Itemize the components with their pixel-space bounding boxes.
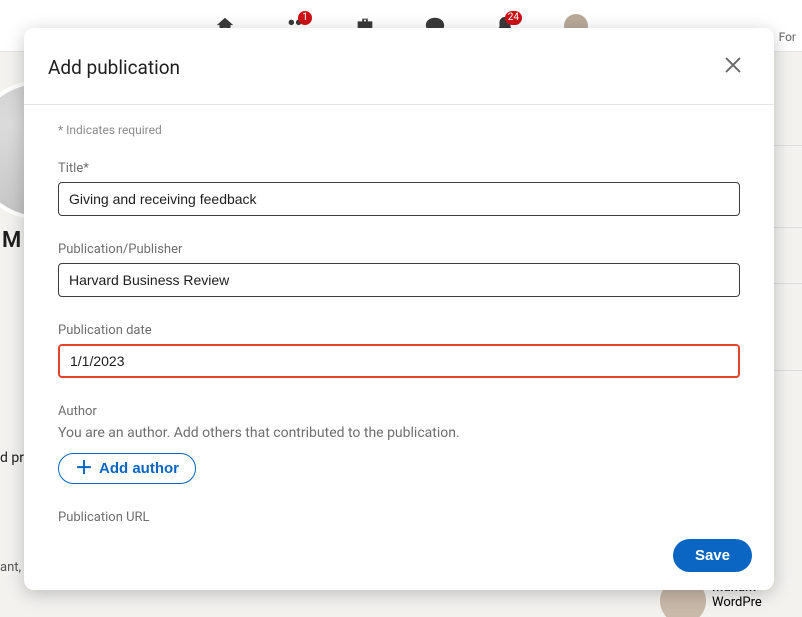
field-url: Publication URL — [58, 510, 740, 527]
add-publication-modal: Add publication * Indicates required Tit… — [24, 28, 774, 590]
field-date: Publication date — [58, 323, 740, 378]
publisher-input[interactable] — [58, 263, 740, 297]
modal-header: Add publication — [24, 28, 774, 104]
title-label: Title* — [58, 161, 740, 176]
date-label: Publication date — [58, 323, 740, 338]
add-author-button[interactable]: ＋ Add author — [58, 453, 196, 484]
close-icon — [722, 54, 744, 76]
publisher-label: Publication/Publisher — [58, 242, 740, 257]
suggestion-sub: WordPre — [712, 595, 762, 610]
author-subtext: You are an author. Add others that contr… — [58, 425, 740, 441]
modal-body-scroll[interactable]: * Indicates required Title* Publication/… — [24, 105, 774, 527]
field-publisher: Publication/Publisher — [58, 242, 740, 297]
field-author: Author You are an author. Add others tha… — [58, 404, 740, 484]
save-button[interactable]: Save — [673, 539, 752, 572]
title-input[interactable] — [58, 182, 740, 216]
modal-title: Add publication — [48, 56, 180, 79]
for-business-label: For — [779, 30, 796, 44]
add-author-label: Add author — [99, 460, 179, 477]
author-label: Author — [58, 404, 740, 419]
field-title: Title* — [58, 161, 740, 216]
modal-footer: Save — [24, 527, 774, 590]
url-label: Publication URL — [58, 510, 740, 525]
close-button[interactable] — [716, 48, 750, 86]
required-hint: * Indicates required — [58, 123, 740, 137]
add-profile-fragment: d pr — [0, 450, 24, 466]
network-badge: 1 — [298, 11, 312, 25]
publication-date-input[interactable] — [58, 344, 740, 378]
ant-fragment: ant, — [0, 560, 21, 575]
notifications-badge: 24 — [505, 11, 522, 25]
